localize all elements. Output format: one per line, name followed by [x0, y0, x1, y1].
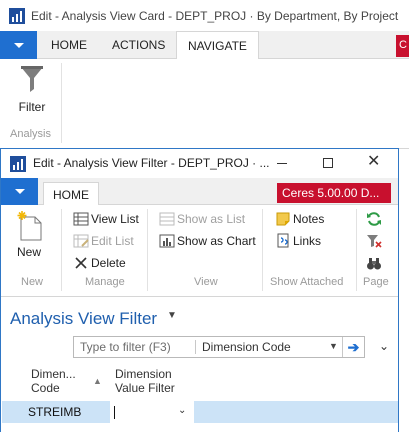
file-menu-button[interactable] [1, 178, 38, 205]
dialog-title-bar[interactable]: Edit - Analysis View Filter - DEPT_PROJ … [1, 149, 398, 178]
view-list-icon [73, 212, 89, 226]
ribbon-group-label-view: View [194, 276, 218, 288]
new-document-icon [17, 211, 42, 241]
edit-list-icon [73, 234, 89, 248]
list-view-icon [159, 212, 175, 226]
filter-bar: Type to filter (F3) Dimension Code ▼ ➔ [73, 336, 365, 358]
ribbon-navigate: Filter Analysis [0, 59, 409, 149]
analysis-view-filter-window: Edit - Analysis View Filter - DEPT_PROJ … [0, 148, 399, 433]
notes-icon [276, 212, 290, 226]
column-header-dimension-code[interactable]: Dimen... Code [31, 367, 83, 395]
ribbon-group-label-new: New [21, 276, 44, 288]
ribbon-group-divider [356, 209, 357, 291]
filter-field-select[interactable]: Dimension Code [202, 340, 291, 354]
chevron-down-icon[interactable]: ▼ [167, 310, 177, 321]
app-icon [9, 8, 25, 24]
page-content: Analysis View Filter ▼ Type to filter (F… [1, 297, 398, 433]
window-title: Edit - Analysis View Card - DEPT_PROJ · … [31, 9, 399, 23]
binoculars-icon [367, 258, 381, 270]
chart-icon [159, 234, 175, 248]
ribbon-group-label-manage: Manage [85, 276, 125, 288]
ribbon-group-divider [61, 209, 62, 291]
links-label: Links [293, 234, 322, 248]
funnel-icon [21, 66, 43, 92]
tab-home[interactable]: HOME [51, 38, 87, 52]
app-icon [10, 156, 26, 172]
title-bar: Edit - Analysis View Card - DEPT_PROJ · … [0, 0, 409, 31]
ribbon-group-label-analysis: Analysis [10, 128, 51, 140]
dialog-ribbon-home: New New View List Edit List Delete Manag… [1, 205, 398, 297]
chevron-down-icon[interactable]: ⌄ [178, 405, 186, 416]
close-button[interactable]: ✕ [351, 149, 397, 178]
chevron-down-icon [14, 43, 24, 48]
filter-button-label: Filter [18, 100, 46, 114]
tab-home[interactable]: HOME [43, 182, 99, 206]
column-header-dimension-value-filter[interactable]: Dimension Value Filter [115, 367, 195, 395]
page-title[interactable]: Analysis View Filter [10, 309, 157, 329]
notes-label: Notes [293, 212, 325, 226]
company-badge: Ceres 5.00.00 D... [277, 183, 391, 203]
search-input[interactable]: Type to filter (F3) [80, 340, 171, 354]
dimension-code-cell[interactable]: STREIMB [28, 405, 81, 419]
minimize-button[interactable] [259, 149, 305, 178]
chevron-down-icon [15, 189, 25, 194]
close-icon: ✕ [367, 153, 381, 170]
edit-list-label: Edit List [91, 234, 134, 248]
ribbon-group-divider [147, 209, 148, 291]
filter-button[interactable]: Filter [8, 63, 56, 119]
minimize-icon [277, 163, 287, 164]
view-list-label: View List [91, 212, 139, 226]
sort-ascending-icon[interactable]: ▲ [93, 376, 102, 386]
ribbon-group-divider [61, 63, 62, 143]
dimension-value-filter-input[interactable]: ⌄ [110, 401, 194, 423]
delete-icon [75, 257, 87, 269]
chevron-down-icon[interactable]: ▼ [329, 341, 338, 351]
show-as-list-label: Show as List [177, 212, 246, 226]
tab-actions[interactable]: ACTIONS [112, 38, 165, 52]
filter-bar-divider [195, 340, 196, 354]
table-row[interactable]: STREIMB ⌄ [2, 401, 398, 423]
show-as-chart-label: Show as Chart [177, 234, 256, 248]
maximize-icon [323, 158, 333, 168]
ribbon-group-divider [262, 209, 263, 291]
company-badge: C [396, 35, 409, 57]
tab-navigate[interactable]: NAVIGATE [176, 31, 259, 60]
file-menu-button[interactable] [0, 31, 37, 59]
clear-filter-icon [367, 235, 382, 248]
ribbon-tab-bar: HOME ACTIONS NAVIGATE C [0, 31, 409, 60]
maximize-button[interactable] [305, 149, 351, 178]
ribbon-group-label-page: Page [363, 276, 389, 288]
new-button-label: New [16, 245, 41, 259]
refresh-icon [367, 212, 381, 226]
dialog-ribbon-tab-bar: HOME Ceres 5.00.00 D... [1, 178, 398, 206]
link-icon [277, 233, 289, 248]
column-header-label: Dimension Value Filter [115, 367, 175, 395]
column-header-label: Dimen... Code [31, 367, 76, 395]
collapse-chevron-icon[interactable]: ⌄ [379, 339, 389, 353]
text-cursor [114, 406, 115, 419]
apply-filter-arrow-icon[interactable]: ➔ [342, 337, 364, 357]
ribbon-group-label-show-attached: Show Attached [270, 276, 344, 288]
dialog-title: Edit - Analysis View Filter - DEPT_PROJ … [33, 156, 270, 170]
delete-label: Delete [91, 256, 126, 270]
